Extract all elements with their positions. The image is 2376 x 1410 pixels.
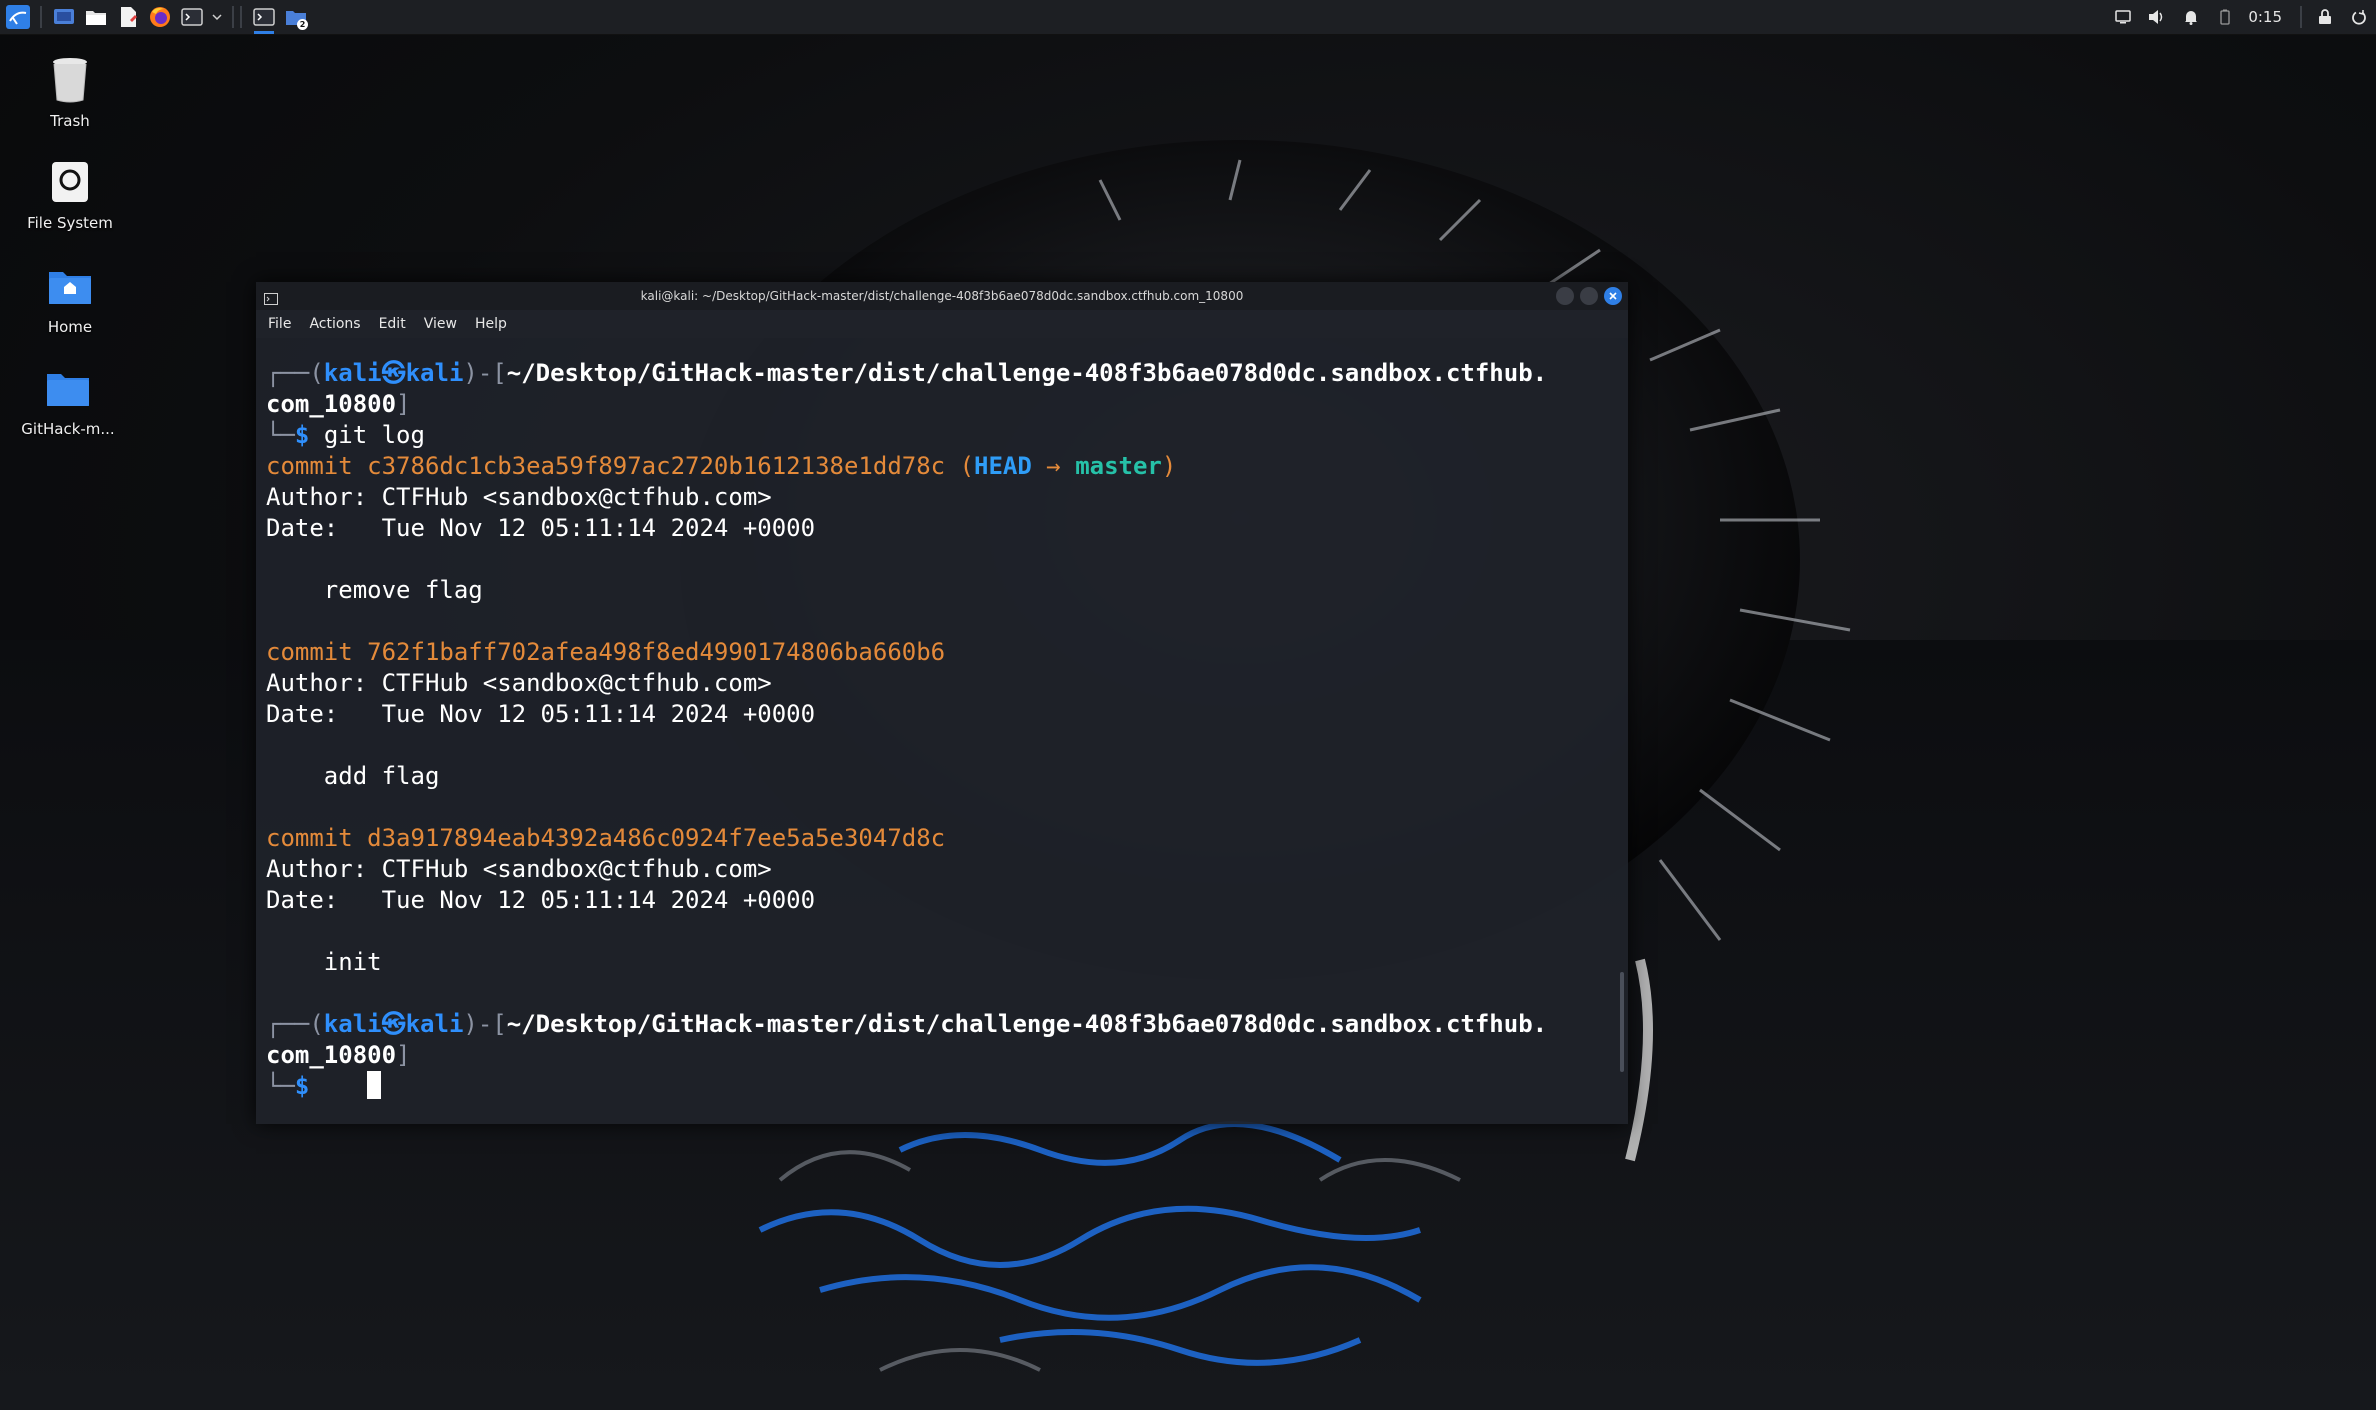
commit-date: Date: Tue Nov 12 05:11:14 2024 +0000 [266, 700, 816, 728]
prompt-user: kali [323, 1010, 382, 1038]
menu-help[interactable]: Help [475, 316, 507, 332]
terminal-icon[interactable] [178, 3, 206, 31]
terminal-output[interactable]: ┌──(kali㉿kali)-[~/Desktop/GitHack-master… [256, 338, 1628, 1124]
commit-message: init [266, 948, 382, 976]
desktop-icon-githack-folder[interactable]: GitHack-m... [8, 364, 128, 438]
command-line: └─$ git log [266, 421, 425, 449]
folder-icon [44, 364, 92, 412]
prompt-path-cont: com_10800 [266, 390, 397, 418]
close-icon [1609, 292, 1617, 300]
prompt-line: ┌──(kali㉿kali)-[~/Desktop/GitHack-master… [266, 1010, 1548, 1038]
close-button[interactable] [1604, 287, 1622, 305]
system-tray: 0:15 [2106, 0, 2376, 34]
maximize-button[interactable] [1580, 287, 1598, 305]
input-line[interactable]: └─$ [266, 1071, 1618, 1102]
prompt-line: ┌──(kali㉿kali)-[~/Desktop/GitHack-master… [266, 359, 1548, 387]
desktop-icon-label: Trash [50, 112, 90, 130]
desktop-icon-trash[interactable]: Trash [10, 56, 130, 130]
text-cursor [367, 1071, 382, 1099]
top-panel: 2 0:15 [0, 0, 2376, 35]
panel-separator [240, 6, 242, 28]
kali-menu-icon[interactable] [4, 3, 32, 31]
prompt-symbol: $ [294, 1072, 310, 1100]
battery-icon[interactable] [2211, 3, 2239, 31]
prompt-host: kali [405, 359, 464, 387]
prompt-line: com_10800] [266, 390, 411, 418]
text-editor-icon[interactable] [114, 3, 142, 31]
branch-ref: master [1075, 452, 1162, 480]
prompt-at: ㉿ [381, 1010, 406, 1038]
prompt-path: ~/Desktop/GitHack-master/dist/challenge-… [506, 1010, 1548, 1038]
display-icon[interactable] [2109, 3, 2137, 31]
minimize-button[interactable] [1556, 287, 1574, 305]
file-manager-icon[interactable] [82, 3, 110, 31]
panel-separator [232, 6, 234, 28]
desktop-icon-home[interactable]: Home [10, 262, 130, 336]
commit-date: Date: Tue Nov 12 05:11:14 2024 +0000 [266, 886, 816, 914]
desktop-icon-file-system[interactable]: File System [10, 158, 130, 232]
commit-hash-line: commit c3786dc1cb3ea59f897ac2720b1612138… [266, 452, 1177, 480]
terminal-task-icon[interactable] [250, 3, 278, 34]
workspace-switcher-icon[interactable]: 2 [282, 3, 310, 31]
desktop-icon-label: Home [47, 318, 93, 336]
command-text: git log [323, 421, 425, 449]
prompt-path-cont: com_10800 [266, 1041, 397, 1069]
ref-arrow: → [1046, 452, 1061, 480]
commit-date: Date: Tue Nov 12 05:11:14 2024 +0000 [266, 514, 816, 542]
commit-hash: commit 762f1baff702afea498f8ed4990174806… [266, 638, 946, 666]
lock-icon[interactable] [2311, 3, 2339, 31]
commit-hash: commit d3a917894eab4392a486c0924f7ee5a5e… [266, 824, 946, 852]
menu-file[interactable]: File [268, 316, 291, 332]
menu-edit[interactable]: Edit [379, 316, 406, 332]
panel-launchers: 2 [0, 0, 312, 34]
commit-author: Author: CTFHub <sandbox@ctfhub.com> [266, 483, 772, 511]
prompt-path: ~/Desktop/GitHack-master/dist/challenge-… [506, 359, 1548, 387]
show-desktop-icon[interactable] [50, 3, 78, 31]
terminal-menubar: File Actions Edit View Help [256, 310, 1628, 338]
terminal-window[interactable]: kali@kali: ~/Desktop/GitHack-master/dist… [256, 282, 1628, 1124]
prompt-symbol: $ [294, 421, 310, 449]
commit-hash: commit c3786dc1cb3ea59f897ac2720b1612138… [266, 452, 946, 480]
commit-message: remove flag [266, 576, 483, 604]
terminal-scrollbar[interactable] [1620, 972, 1624, 1072]
head-ref: HEAD [974, 452, 1032, 480]
firefox-icon[interactable] [146, 3, 174, 31]
power-icon[interactable] [2345, 3, 2373, 31]
workspace-badge: 2 [297, 19, 308, 30]
panel-separator [40, 6, 42, 28]
menu-view[interactable]: View [424, 316, 457, 332]
panel-separator [2300, 6, 2302, 28]
notification-bell-icon[interactable] [2177, 3, 2205, 31]
window-title: kali@kali: ~/Desktop/GitHack-master/dist… [640, 289, 1244, 303]
volume-icon[interactable] [2143, 3, 2171, 31]
drive-icon [46, 158, 94, 206]
home-folder-icon [46, 262, 94, 310]
desktop-icon-label: File System [27, 214, 113, 232]
prompt-host: kali [405, 1010, 464, 1038]
menu-actions[interactable]: Actions [309, 316, 360, 332]
chevron-down-icon[interactable] [210, 3, 224, 31]
panel-clock[interactable]: 0:15 [2248, 8, 2282, 26]
window-titlebar[interactable]: kali@kali: ~/Desktop/GitHack-master/dist… [256, 282, 1628, 310]
commit-message: add flag [266, 762, 440, 790]
prompt-user: kali [323, 359, 382, 387]
commit-author: Author: CTFHub <sandbox@ctfhub.com> [266, 855, 772, 883]
commit-author: Author: CTFHub <sandbox@ctfhub.com> [266, 669, 772, 697]
trash-icon [46, 56, 94, 104]
desktop-icon-label: GitHack-m... [21, 420, 115, 438]
prompt-at: ㉿ [381, 359, 406, 387]
prompt-line: com_10800] [266, 1041, 411, 1069]
